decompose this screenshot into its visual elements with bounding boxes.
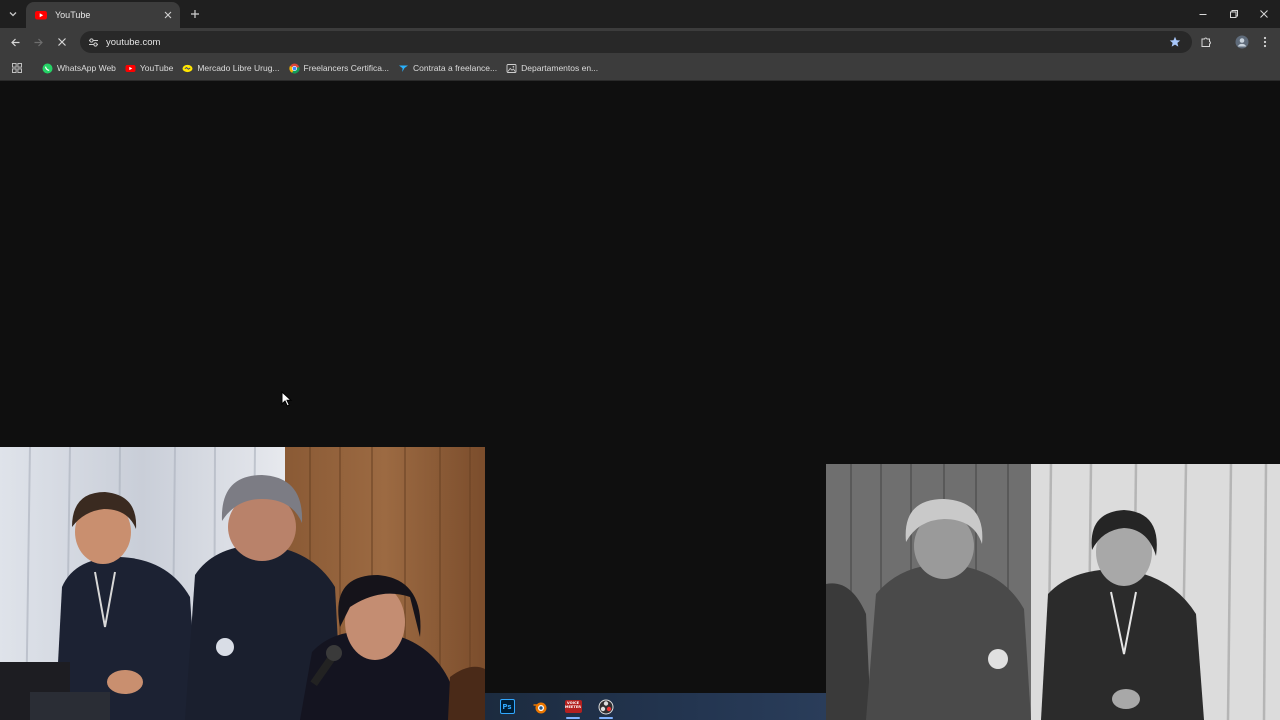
arrow-right-icon xyxy=(34,38,43,46)
tune-icon xyxy=(88,37,98,47)
browser-toolbar: youtube.com xyxy=(0,28,1280,56)
bookmark-whatsapp[interactable]: WhatsApp Web xyxy=(40,59,121,77)
blender-icon xyxy=(533,702,547,713)
grid-icon xyxy=(12,63,22,73)
taskbar-blender[interactable] xyxy=(528,695,552,719)
apps-button[interactable] xyxy=(10,61,24,75)
whatsapp-icon xyxy=(42,63,53,73)
taskbar-obs[interactable] xyxy=(594,695,618,719)
voicemeeter-icon: VOICE MEETER xyxy=(564,700,582,713)
tab-title: YouTube xyxy=(55,10,91,20)
bookmark-label: Mercado Libre Urug... xyxy=(197,63,280,73)
minimize-icon xyxy=(1199,14,1207,15)
profile-avatar-button[interactable] xyxy=(1234,34,1250,50)
mouse-cursor-icon xyxy=(281,391,293,407)
bookmark-youtube[interactable]: YouTube xyxy=(123,59,178,77)
address-bar[interactable]: youtube.com xyxy=(80,31,1192,53)
stop-loading-button[interactable] xyxy=(54,34,70,50)
star-icon xyxy=(1169,36,1181,47)
chrome-icon xyxy=(288,63,300,73)
bookmark-label: Contrata a freelance... xyxy=(413,63,498,73)
extensions-button[interactable] xyxy=(1198,34,1214,50)
close-icon xyxy=(164,11,172,19)
windows-taskbar: Ps VOICE MEETER xyxy=(485,693,826,720)
site-info-button[interactable] xyxy=(86,35,100,49)
bookmark-star-button[interactable] xyxy=(1168,35,1182,49)
bookmark-departamentos[interactable]: Departamentos en... xyxy=(504,59,603,77)
url-text: youtube.com xyxy=(106,36,161,48)
taskbar-voicemeeter[interactable]: VOICE MEETER xyxy=(561,695,585,719)
close-window-button[interactable] xyxy=(1256,6,1272,22)
webcam-feed-left xyxy=(0,447,485,720)
mercadolibre-icon xyxy=(182,64,193,72)
bookmark-mercadolibre[interactable]: Mercado Libre Urug... xyxy=(180,59,284,77)
obs-icon xyxy=(598,699,614,714)
chevron-down-icon xyxy=(9,12,17,17)
close-icon xyxy=(1260,10,1268,18)
browser-menu-button[interactable] xyxy=(1257,34,1273,50)
image-icon xyxy=(506,63,517,73)
arrow-left-icon xyxy=(10,38,19,46)
bookmark-contrata-freelance[interactable]: Contrata a freelance... xyxy=(396,59,502,77)
taskbar-photoshop[interactable]: Ps xyxy=(495,695,519,719)
youtube-icon xyxy=(35,11,47,20)
bookmarks-bar: WhatsApp Web YouTube Mercado Libre Urug.… xyxy=(0,56,1280,81)
freelancer-icon xyxy=(399,65,409,72)
webcam-feed-right xyxy=(826,464,1280,720)
back-button[interactable] xyxy=(7,34,23,50)
tab-close-button[interactable] xyxy=(162,9,174,21)
tab-search-button[interactable] xyxy=(4,5,22,23)
bookmark-label: Freelancers Certifica... xyxy=(303,63,390,73)
restore-button[interactable] xyxy=(1226,6,1242,22)
bookmark-label: YouTube xyxy=(139,63,174,73)
plus-icon xyxy=(191,10,199,18)
bookmark-freelancers-certifica[interactable]: Freelancers Certifica... xyxy=(287,59,395,77)
bookmark-label: WhatsApp Web xyxy=(57,63,116,73)
new-tab-button[interactable] xyxy=(187,6,203,22)
browser-tab-strip: YouTube xyxy=(0,0,1280,28)
forward-button[interactable] xyxy=(30,34,46,50)
minimize-button[interactable] xyxy=(1195,6,1211,22)
bookmark-label: Departamentos en... xyxy=(521,63,599,73)
restore-icon xyxy=(1230,10,1238,18)
youtube-icon xyxy=(125,64,136,72)
webcam-scene-right xyxy=(826,464,1280,720)
webcam-scene-left xyxy=(0,447,485,720)
more-vertical-icon xyxy=(1263,36,1267,48)
puzzle-icon xyxy=(1201,37,1211,47)
avatar-icon xyxy=(1235,35,1249,49)
active-tab[interactable]: YouTube xyxy=(26,2,180,28)
close-icon xyxy=(58,38,66,46)
photoshop-icon: Ps xyxy=(499,699,515,714)
